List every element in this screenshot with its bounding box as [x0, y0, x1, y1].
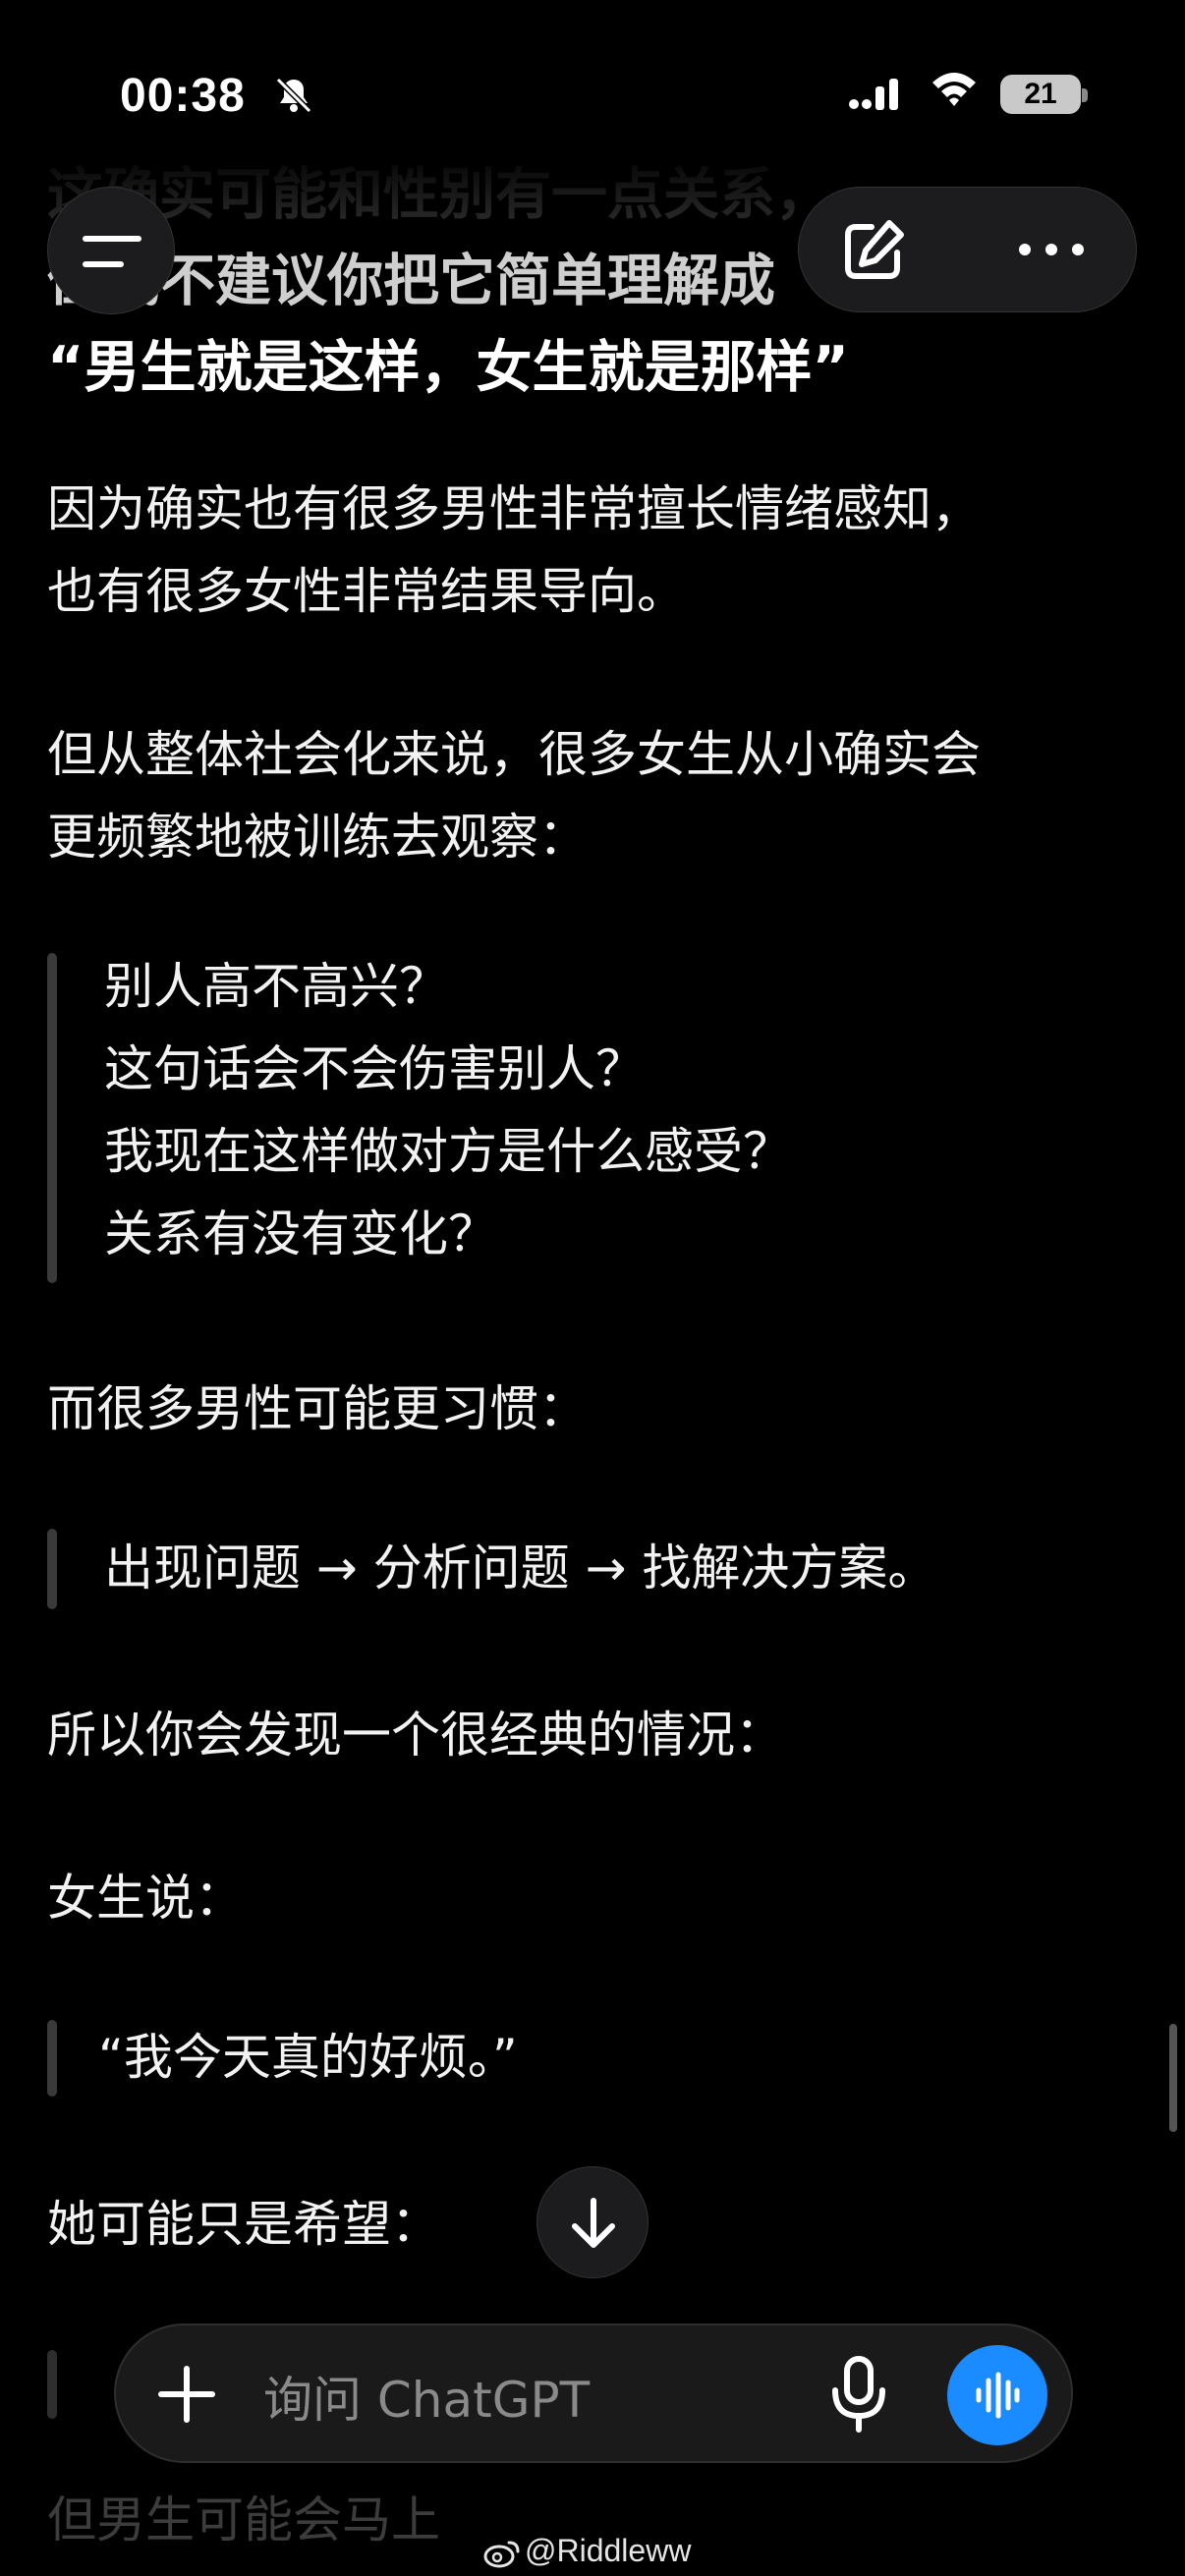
battery-indicator: 21: [1000, 75, 1081, 114]
signal-icon: [849, 79, 898, 110]
top-actions: [798, 187, 1137, 312]
paragraph: 而很多男性可能更习惯：: [47, 1380, 588, 1437]
quote-line: 这句话会不会伤害别人？: [104, 1040, 645, 1097]
scrollbar[interactable]: [1169, 2024, 1177, 2132]
paragraph: 她可能只是希望：: [47, 2196, 440, 2253]
paragraph: 所以你会发现一个很经典的情况：: [47, 1707, 784, 1764]
arrow-down-icon: [572, 2198, 615, 2248]
quote-line: 别人高不高兴？: [104, 958, 448, 1015]
scroll-down-button[interactable]: [536, 2166, 649, 2278]
quote-line: 关系有没有变化？: [104, 1205, 497, 1262]
voice-mode-button[interactable]: [947, 2345, 1047, 2445]
wifi-icon: [932, 73, 976, 106]
edit-icon[interactable]: [838, 215, 909, 286]
paragraph: 女生说：: [47, 1870, 244, 1927]
paragraph: 但男生可能会马上: [47, 2492, 440, 2548]
more-icon[interactable]: [1015, 235, 1088, 264]
mic-icon[interactable]: [827, 2355, 890, 2434]
watermark-text: @Riddleww: [525, 2533, 692, 2568]
battery-tip: [1082, 88, 1088, 102]
plus-icon[interactable]: [157, 2365, 216, 2424]
weibo-logo-icon: [483, 2541, 520, 2568]
quote-line: “我今天真的好烦。”: [98, 2029, 518, 2086]
paragraph: 但从整体社会化来说，很多女生从小确实会: [47, 726, 981, 783]
status-time: 00:38: [120, 70, 246, 122]
menu-icon: [83, 236, 141, 267]
quote-bar: [47, 953, 57, 1283]
quote-bar: [47, 1529, 57, 1609]
composer: 询问 ChatGPT: [114, 2324, 1073, 2463]
menu-button[interactable]: [47, 187, 175, 314]
watermark: @Riddleww: [483, 2533, 691, 2569]
chat-input[interactable]: 询问 ChatGPT: [263, 2361, 590, 2432]
quote-line: 我现在这样做对方是什么感受？: [104, 1123, 792, 1180]
quote-bar: [47, 2020, 57, 2097]
silent-bell-icon: [275, 77, 312, 114]
paragraph: 更频繁地被训练去观察：: [47, 809, 588, 866]
voice-wave-icon: [976, 2372, 1020, 2419]
quote-line: 出现问题 → 分析问题 → 找解决方案。: [104, 1540, 937, 1596]
paragraph: 也有很多女性非常结果导向。: [47, 563, 686, 620]
headline-line: “男生就是这样，女生就是那样”: [47, 335, 849, 400]
quote-bar: [47, 2350, 57, 2419]
status-bar: 00:38 21: [0, 0, 1185, 147]
paragraph: 因为确实也有很多男性非常擅长情绪感知，: [47, 480, 981, 537]
